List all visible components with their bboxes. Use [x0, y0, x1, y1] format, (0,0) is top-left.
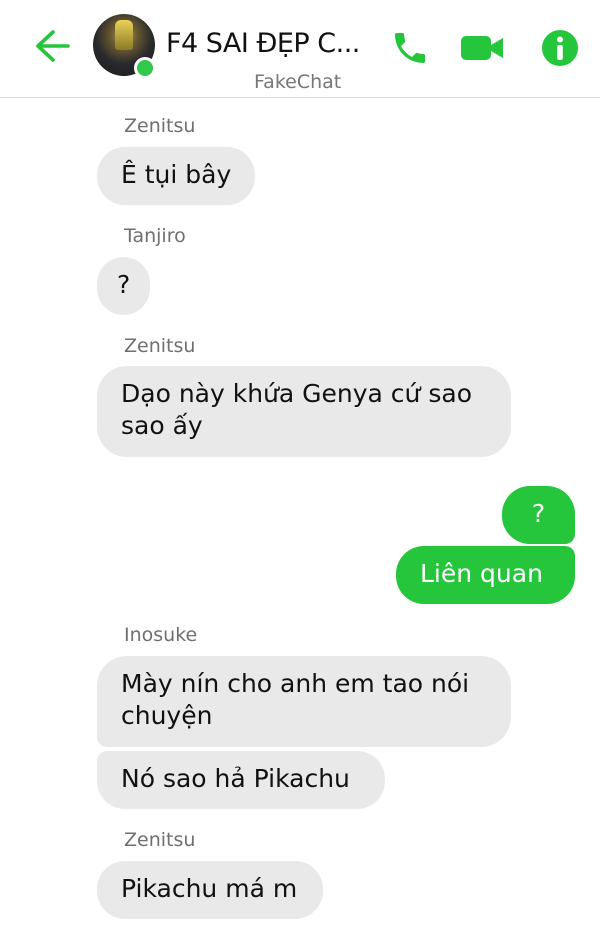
group-avatar[interactable] [93, 14, 156, 79]
message-list[interactable]: Zenitsu Ê tụi bây Tanjiro ? Zenitsu Dạo … [0, 98, 600, 935]
message-bubble-outgoing[interactable]: Liên quan [396, 546, 575, 604]
online-status-dot [134, 57, 156, 79]
info-icon [542, 30, 578, 66]
message-bubble[interactable]: Ê tụi bây [97, 147, 256, 205]
sender-name: Inosuke [124, 624, 198, 646]
info-button[interactable] [538, 26, 582, 70]
chat-title[interactable]: F4 SAI ĐẸP C... [166, 28, 360, 59]
message-text: ? [531, 499, 546, 528]
message-text-line: Mày nín cho anh em tao nói [121, 669, 470, 698]
message-bubble[interactable]: Nó sao hả Pikachu [97, 751, 385, 809]
message-text: Liên quan [420, 559, 543, 588]
message-text-line: chuyện [121, 701, 213, 730]
arrow-left-icon [36, 30, 70, 62]
message-bubble[interactable]: Pikachu má m [97, 861, 323, 919]
sender-name: Zenitsu [124, 829, 196, 851]
message-text: Ê tụi bây [121, 160, 232, 189]
message-text-line: Dạo này khứa Genya cứ sao [121, 379, 472, 408]
message-text: ? [117, 270, 131, 299]
message-text: Pikachu má m [121, 874, 298, 903]
message-bubble-outgoing[interactable]: ? [502, 486, 575, 544]
message-text-line: sao ấy [121, 411, 203, 440]
call-button[interactable] [388, 26, 432, 70]
back-button[interactable] [30, 26, 74, 66]
sender-name: Zenitsu [124, 335, 196, 357]
message-bubble[interactable]: ? [97, 257, 151, 315]
message-text: Nó sao hả Pikachu [121, 764, 350, 793]
message-bubble[interactable]: Mày nín cho anh em tao nói chuyện [97, 656, 511, 747]
video-call-button[interactable] [457, 26, 507, 70]
message-bubble[interactable]: Dạo này khứa Genya cứ sao sao ấy [97, 366, 511, 457]
sender-name: Zenitsu [124, 115, 196, 137]
sender-name: Tanjiro [124, 225, 186, 247]
phone-icon [395, 33, 425, 63]
chat-header: F4 SAI ĐẸP C... FakeChat [0, 0, 600, 98]
video-camera-icon [461, 36, 503, 60]
app-name: FakeChat [254, 71, 342, 93]
